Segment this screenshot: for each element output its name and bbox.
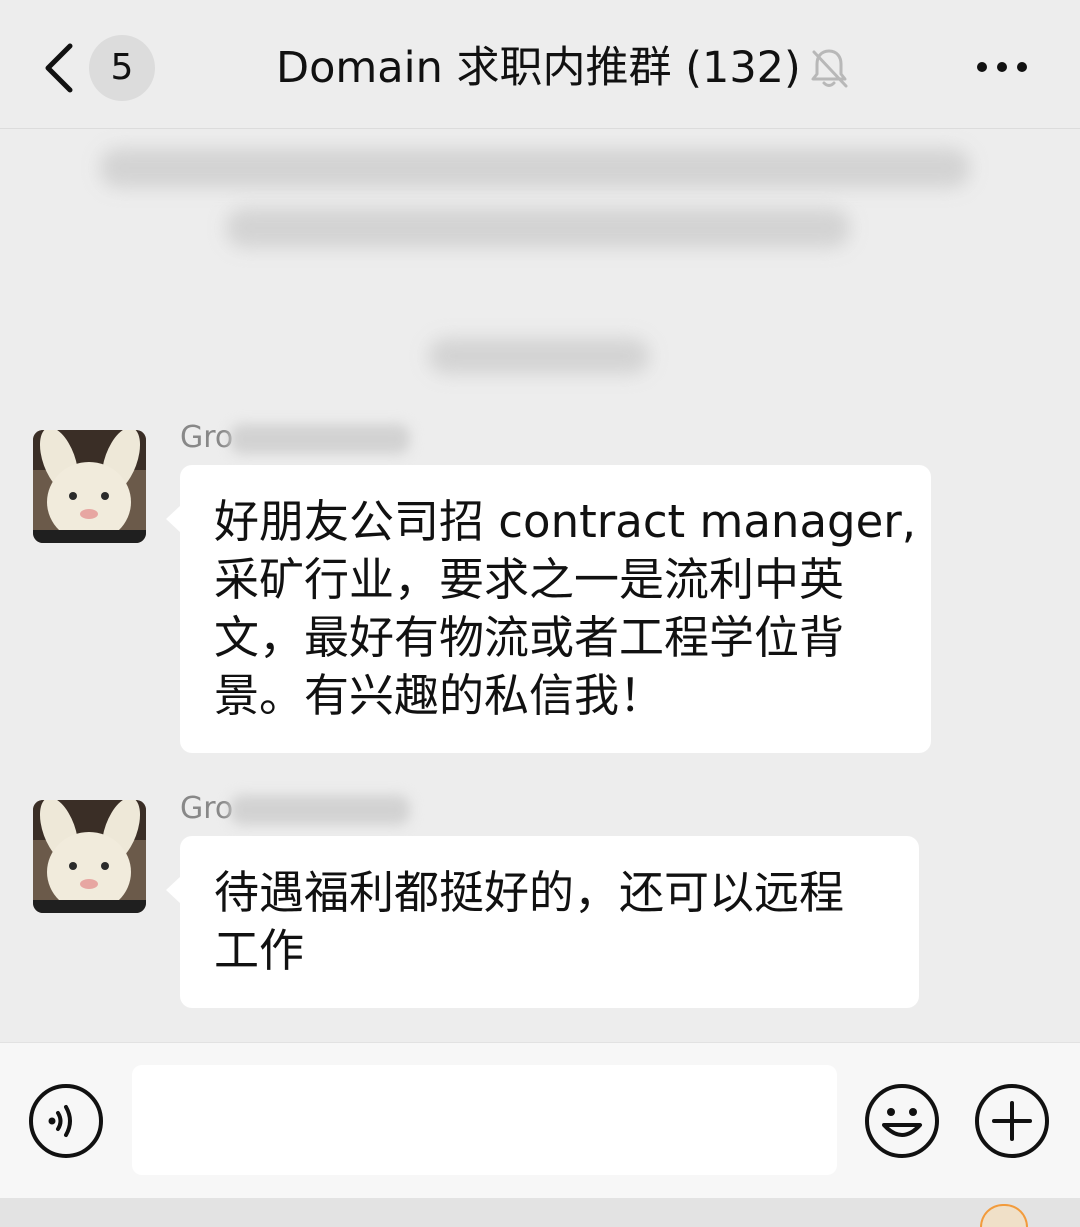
muted-bell-icon — [811, 49, 848, 88]
bottom-strip — [0, 1198, 1080, 1227]
emoji-icon[interactable] — [864, 1083, 940, 1159]
chat-title[interactable]: Domain 求职内推群 (132) — [276, 34, 801, 102]
message-line: 待遇福利都挺好的，还可以远程 — [214, 866, 845, 919]
message-line: 采矿行业，要求之一是流利中英 — [214, 553, 845, 606]
message-line: 好朋友公司招 contract manager, — [214, 495, 917, 548]
sender-avatar[interactable] — [33, 430, 146, 543]
bunny-avatar-icon — [33, 800, 146, 913]
message-input-bar — [0, 1042, 1080, 1199]
redacted-sender-name — [230, 795, 410, 825]
sender-avatar[interactable] — [33, 800, 146, 913]
more-options-icon[interactable] — [974, 56, 1030, 78]
add-attachment-icon[interactable] — [974, 1083, 1050, 1159]
redacted-system-message-line2 — [226, 208, 850, 248]
unread-count-badge[interactable]: 5 — [89, 35, 155, 101]
back-arrow-icon[interactable] — [40, 42, 80, 94]
message-bubble[interactable]: 好朋友公司招 contract manager, 采矿行业，要求之一是流利中英 … — [166, 465, 931, 753]
chat-header: 5 Domain 求职内推群 (132) — [0, 0, 1080, 129]
redacted-system-message — [100, 148, 970, 188]
redacted-timestamp — [428, 338, 650, 374]
message-line: 文，最好有物流或者工程学位背 — [214, 611, 845, 664]
message-line: 景。有兴趣的私信我！ — [214, 669, 665, 722]
message-line: 工作 — [214, 924, 305, 977]
bunny-avatar-icon — [33, 430, 146, 543]
sender-name: Gro — [180, 420, 234, 455]
redacted-sender-name — [230, 424, 410, 454]
message-bubble[interactable]: 待遇福利都挺好的，还可以远程 工作 — [166, 836, 919, 1008]
sender-name: Gro — [180, 791, 234, 826]
message-text-input[interactable] — [132, 1065, 837, 1175]
voice-input-icon[interactable] — [28, 1083, 104, 1159]
